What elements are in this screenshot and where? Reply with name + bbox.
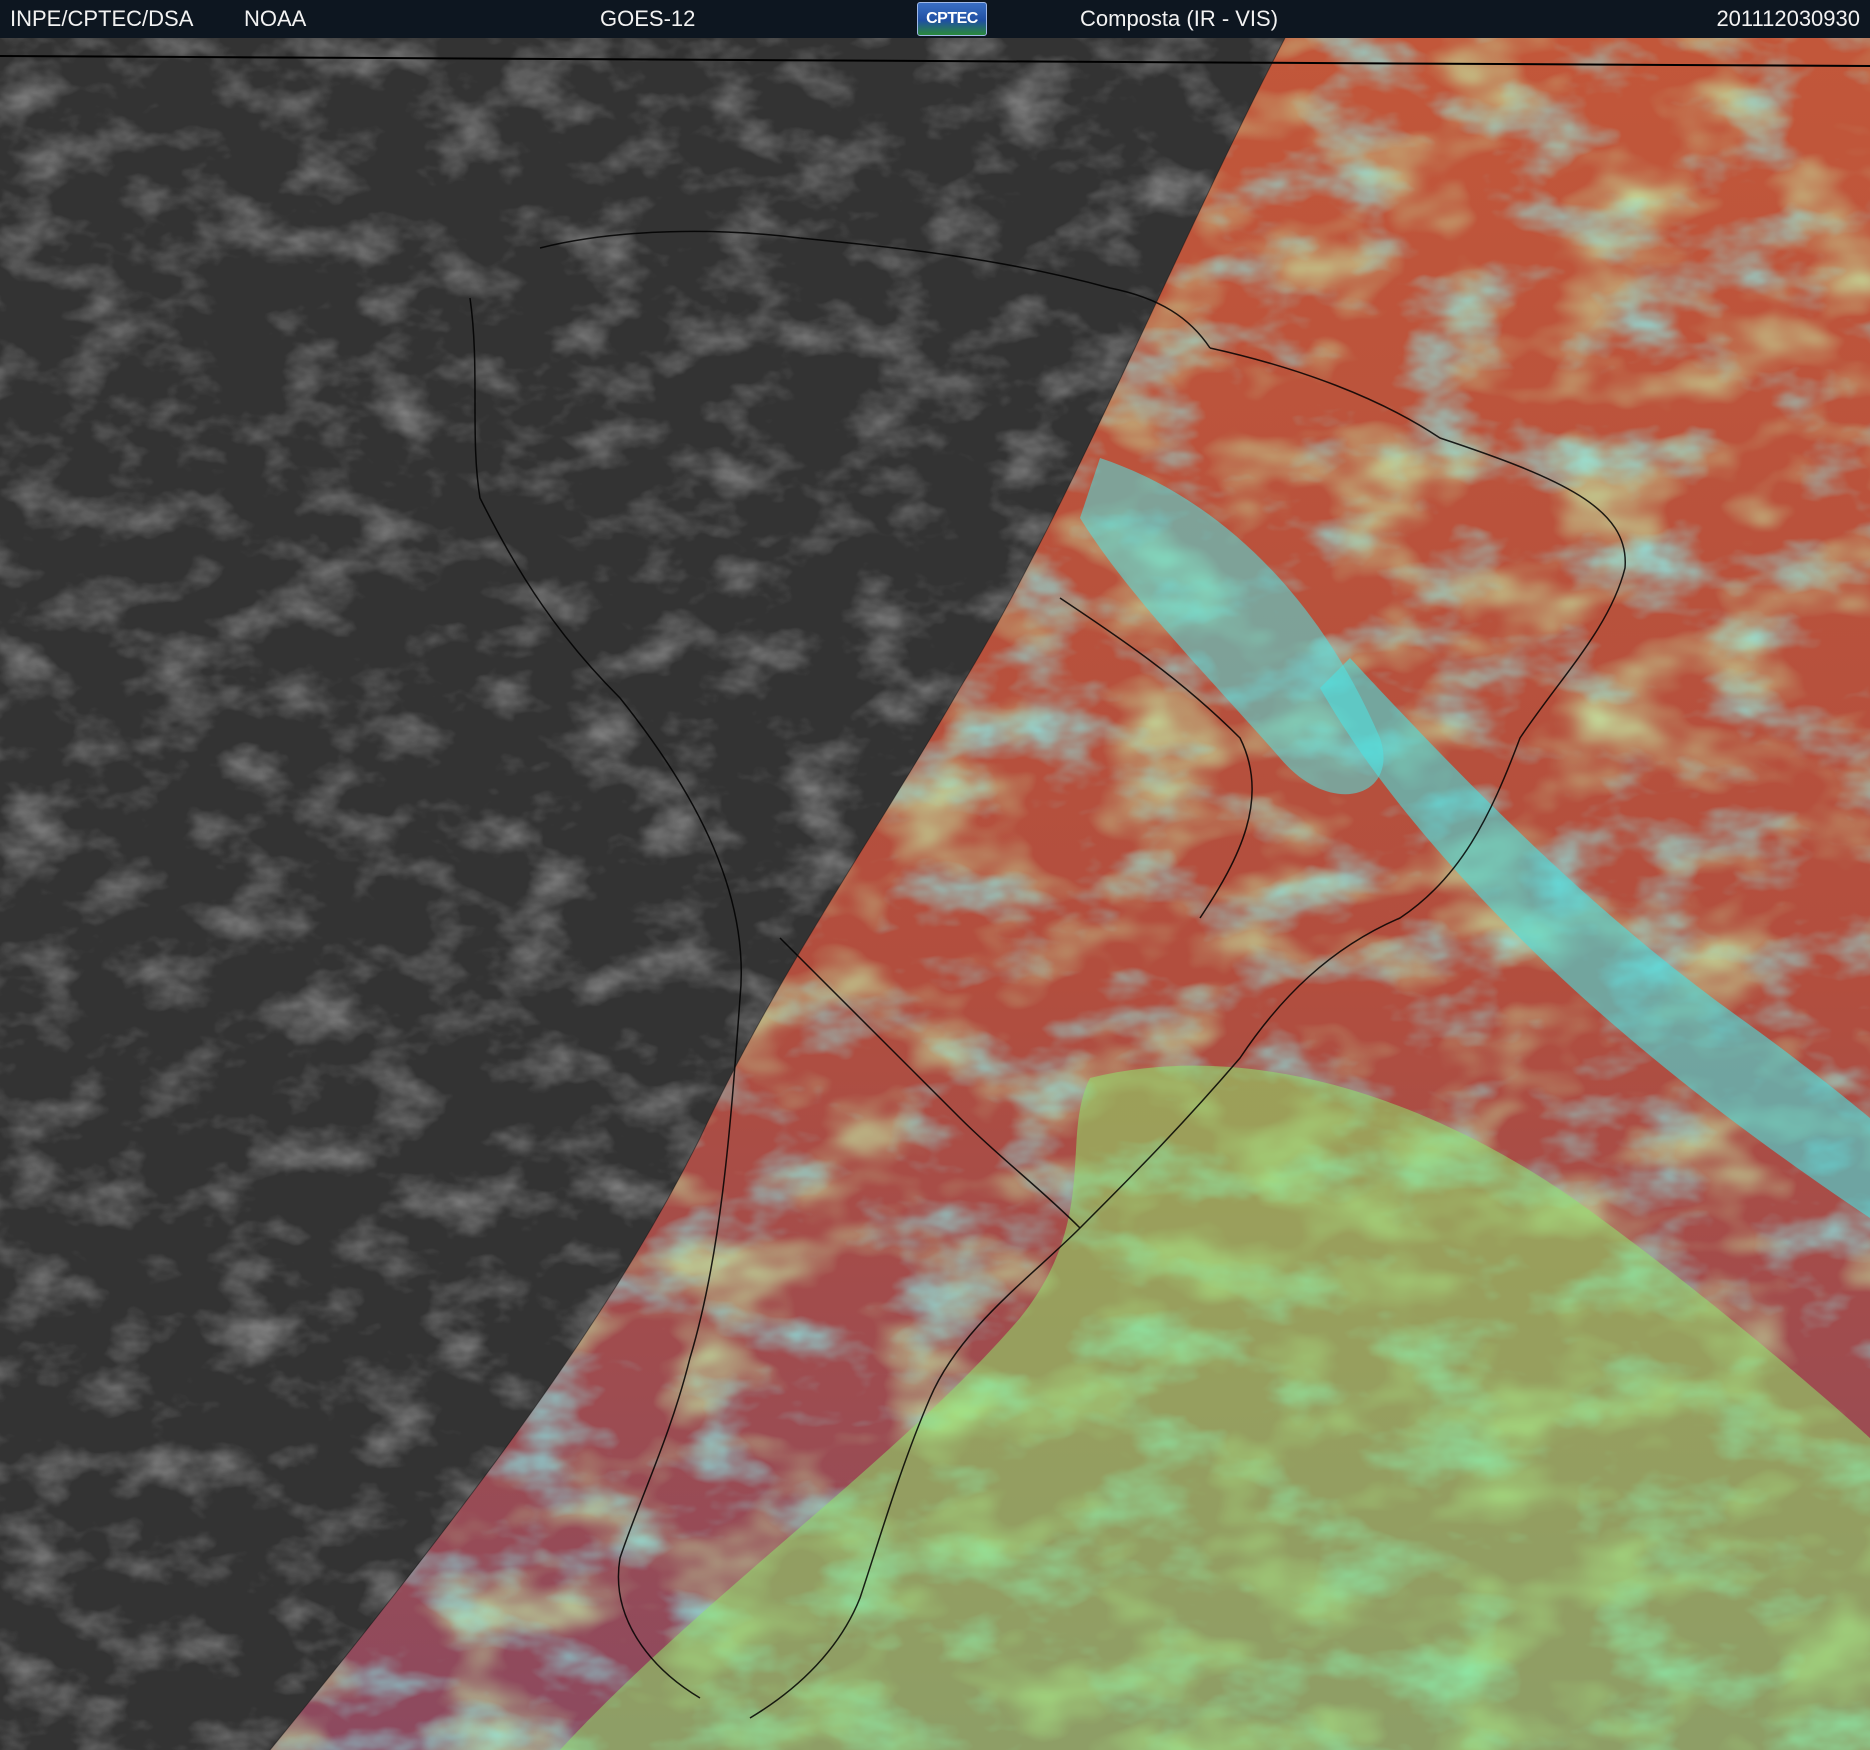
cptec-logo: CPTEC xyxy=(917,2,987,36)
satellite-composite-image xyxy=(0,38,1870,1750)
product-label: Composta (IR - VIS) xyxy=(1080,6,1279,31)
satellite-label: GOES-12 xyxy=(600,6,696,31)
timestamp-label: 201112030930 xyxy=(1716,6,1860,31)
image-header-bar: INPE/CPTEC/DSA NOAA GOES-12 CPTEC Compos… xyxy=(0,0,1870,38)
agency-label: INPE/CPTEC/DSA xyxy=(10,6,194,31)
source-label: NOAA xyxy=(244,6,307,31)
cptec-logo-text: CPTEC xyxy=(926,10,978,27)
satellite-image-page: INPE/CPTEC/DSA NOAA GOES-12 CPTEC Compos… xyxy=(0,0,1870,1750)
